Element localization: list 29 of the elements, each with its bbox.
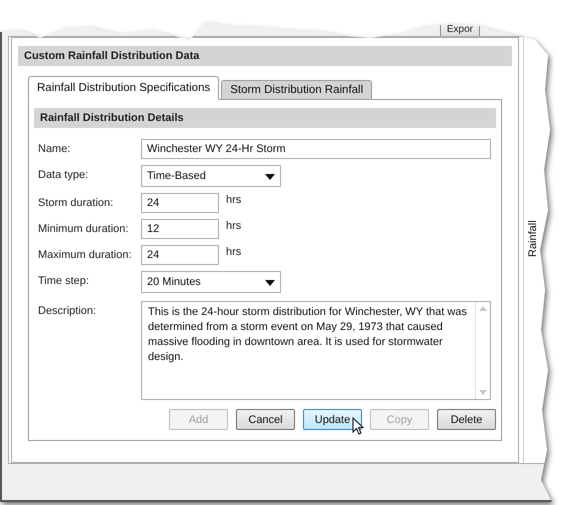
field-label: Time step: — [37, 274, 90, 287]
duration-field[interactable]: 12 — [141, 219, 219, 239]
field-label: Name: — [37, 142, 72, 155]
name-field[interactable]: Winchester WY 24-Hr Storm — [141, 139, 491, 159]
tab[interactable]: Rainfall Distribution Specifications — [28, 76, 220, 100]
mouse-cursor-icon — [352, 417, 364, 435]
group-title: Custom Rainfall Distribution Data — [18, 46, 512, 66]
action-button[interactable]: Cancel — [236, 409, 295, 430]
scroll-up-icon[interactable] — [479, 306, 487, 311]
scroll-down-icon[interactable] — [479, 390, 487, 395]
unit-label: hrs — [226, 246, 242, 258]
field-label: Data type: — [37, 168, 90, 181]
dropdown[interactable]: 20 Minutes — [141, 271, 281, 293]
dropdown-caret-icon — [265, 280, 275, 286]
duration-field[interactable]: 24 — [141, 193, 219, 213]
field-label: Description: — [37, 304, 98, 317]
unit-label: hrs — [226, 220, 242, 232]
action-button[interactable]: Update — [303, 409, 362, 430]
field-label: Maximum duration: — [37, 248, 133, 261]
tab[interactable]: Storm Distribution Rainfall — [221, 80, 372, 100]
field-label: Storm duration: — [37, 196, 114, 209]
field-label: Minimum duration: — [37, 222, 130, 235]
unit-label: hrs — [226, 194, 242, 206]
description-field[interactable]: This is the 24-hour storm distribution for Winchester, WY that was determined from a storm event on May 29, 1973 that caused massive flooding in downtown area. It is used for stormwater design. — [141, 301, 491, 400]
dropdown-caret-icon — [265, 174, 275, 180]
section-title: Rainfall Distribution Details — [34, 108, 496, 128]
action-button[interactable]: Delete — [437, 409, 496, 430]
duration-field[interactable]: 24 — [141, 245, 219, 265]
dropdown[interactable]: Time-Based — [141, 165, 281, 187]
